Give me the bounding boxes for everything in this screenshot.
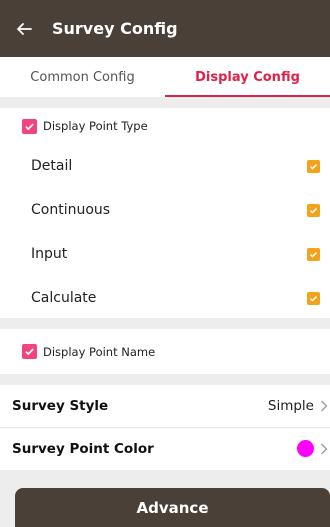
point-type-item-continuous[interactable]: Continuous <box>0 188 330 232</box>
chevron-right-icon <box>320 441 330 457</box>
point-type-item-calculate[interactable]: Calculate <box>0 276 330 320</box>
advance-button[interactable]: Advance <box>15 488 330 527</box>
point-type-item-label: Continuous <box>31 202 111 218</box>
survey-style-row[interactable]: Survey Style Simple <box>0 385 330 427</box>
back-button[interactable] <box>6 21 42 37</box>
checkmark-icon <box>309 295 318 302</box>
chevron-right-icon <box>320 398 330 414</box>
survey-settings-section: Survey Style Simple Survey Point Color <box>0 385 330 470</box>
checkmark-icon <box>25 123 34 130</box>
display-point-name-checkbox[interactable] <box>22 344 37 359</box>
tab-display-config[interactable]: Display Config <box>165 57 330 97</box>
point-type-item-label: Detail <box>31 158 73 174</box>
arrow-left-icon <box>17 22 32 35</box>
survey-point-color-row[interactable]: Survey Point Color <box>0 427 330 469</box>
input-checkbox[interactable] <box>307 247 320 261</box>
display-point-type-label: Display Point Type <box>43 119 148 133</box>
point-type-item-input[interactable]: Input <box>0 232 330 276</box>
checkmark-icon <box>309 207 318 214</box>
calculate-checkbox[interactable] <box>307 291 320 305</box>
continuous-checkbox[interactable] <box>307 203 320 217</box>
display-point-type-checkbox[interactable] <box>22 118 37 134</box>
point-type-item-detail[interactable]: Detail <box>0 144 330 188</box>
checkmark-icon <box>309 163 318 170</box>
point-type-section: Display Point Type Detail Continuous Inp… <box>0 108 330 318</box>
display-point-name-row[interactable]: Display Point Name <box>0 329 330 374</box>
survey-point-color-label: Survey Point Color <box>12 440 154 457</box>
checkmark-icon <box>25 348 34 356</box>
point-type-item-label: Calculate <box>31 290 97 306</box>
point-type-item-label: Input <box>31 246 68 262</box>
checkmark-icon <box>309 251 318 258</box>
color-swatch[interactable] <box>297 440 314 457</box>
point-name-section: Display Point Name <box>0 329 330 374</box>
tab-bar: Common Config Display Config <box>0 57 330 97</box>
detail-checkbox[interactable] <box>307 159 320 173</box>
app-bar: Survey Config <box>0 0 330 57</box>
page-title: Survey Config <box>52 19 178 38</box>
survey-style-value: Simple <box>267 398 314 414</box>
tab-common-config[interactable]: Common Config <box>0 57 165 97</box>
survey-style-label: Survey Style <box>12 398 109 414</box>
display-point-name-label: Display Point Name <box>43 344 156 359</box>
display-point-type-row[interactable]: Display Point Type <box>0 108 330 144</box>
